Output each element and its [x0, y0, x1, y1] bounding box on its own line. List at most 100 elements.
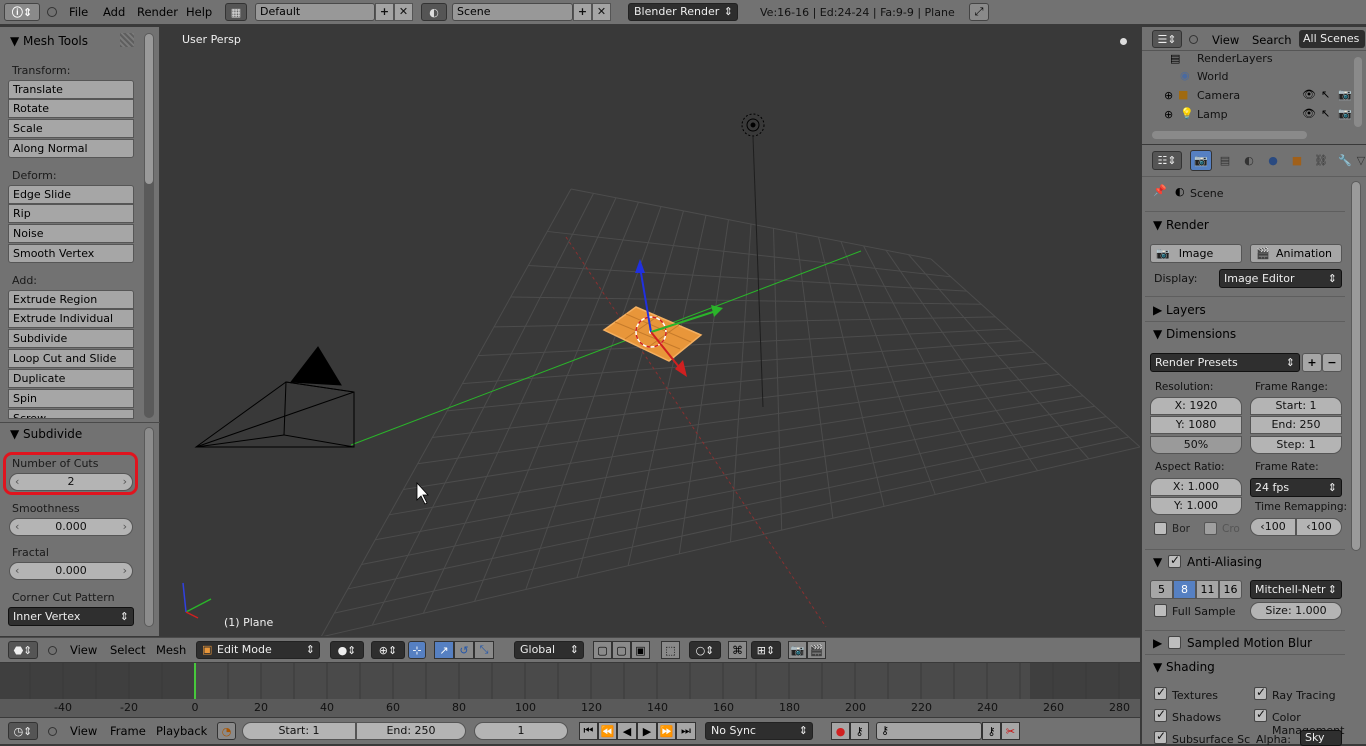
remove-layout-button[interactable]: ✕	[394, 3, 413, 21]
timeline-area[interactable]: -40 -20 0 20 40 60 80 100 120 140 160 180 200 220 240 2…	[0, 663, 1140, 717]
info-editor-icon[interactable]: ⓘ⇕	[4, 3, 40, 21]
pivot-select[interactable]: ⊕⇕	[371, 641, 405, 659]
timeline-editor-icon[interactable]: ◷⇕	[8, 722, 38, 740]
extrude-region-button[interactable]: Extrude Region	[8, 290, 134, 309]
object-tab-icon[interactable]: ■	[1286, 150, 1308, 171]
resolution-y-field[interactable]: Y: 1080	[1150, 416, 1242, 434]
next-keyframe-icon[interactable]: ⏩	[657, 722, 676, 740]
add-layout-button[interactable]: +	[375, 3, 394, 21]
data-tab-icon[interactable]: ▽	[1354, 150, 1366, 171]
fractal-field[interactable]: ‹ 0.000 ›	[9, 562, 133, 580]
corner-cut-select[interactable]: Inner Vertex ⇕	[8, 607, 134, 626]
render-image-button[interactable]: 📷 Image	[1150, 244, 1242, 263]
outliner-item[interactable]: ⊕ 💡 Lamp 👁 ↖ 📷	[1164, 107, 1364, 125]
crop-checkbox[interactable]	[1204, 522, 1217, 535]
remove-preset-button[interactable]: −	[1322, 353, 1342, 372]
mode-select[interactable]: ▣ Edit Mode ⇕	[196, 641, 320, 659]
smoothness-field[interactable]: ‹ 0.000 ›	[9, 518, 133, 536]
menu-frame[interactable]: Frame	[110, 724, 146, 738]
decrement-icon[interactable]: ‹	[15, 519, 19, 535]
cursor-icon[interactable]: ↖	[1321, 88, 1330, 101]
insert-keyframe-icon[interactable]: ⚷	[982, 722, 1001, 740]
textures-checkbox[interactable]	[1154, 685, 1167, 700]
add-preset-button[interactable]: +	[1302, 353, 1322, 372]
menu-view[interactable]: View	[70, 643, 97, 657]
sync-select[interactable]: No Sync ⇕	[705, 722, 813, 740]
dimensions-panel-header[interactable]: ▼ Dimensions	[1153, 327, 1236, 341]
expand-icon[interactable]: ⊕	[1164, 108, 1173, 121]
render-presets-select[interactable]: Render Presets ⇕	[1150, 353, 1300, 372]
loop-cut-button[interactable]: Loop Cut and Slide	[8, 349, 134, 368]
noise-button[interactable]: Noise	[8, 224, 134, 243]
face-select-icon[interactable]: ▣	[631, 641, 650, 659]
subdivide-panel-header[interactable]: ▼ Subdivide	[10, 427, 82, 441]
subdivide-button[interactable]: Subdivide	[8, 329, 134, 348]
remap-old-field[interactable]: ‹100	[1250, 518, 1296, 536]
border-checkbox[interactable]	[1154, 522, 1167, 535]
aa-samples-16[interactable]: 16	[1219, 580, 1242, 599]
aa-samples-8[interactable]: 8	[1173, 580, 1196, 599]
3d-viewport[interactable]: User Persp (1) Plane	[161, 27, 1140, 636]
outliner-hscrollbar[interactable]	[1152, 131, 1307, 139]
collapse-icon[interactable]	[1189, 35, 1198, 44]
motion-blur-panel-header[interactable]: ▶	[1153, 636, 1162, 650]
rip-button[interactable]: Rip	[8, 204, 134, 223]
anti-aliasing-checkbox[interactable]	[1168, 553, 1181, 568]
frame-end-field[interactable]: End: 250	[1250, 416, 1342, 434]
screen-layout-icon[interactable]: ▦	[225, 3, 247, 21]
prev-keyframe-icon[interactable]: ⏪	[598, 722, 617, 740]
outliner-vscrollbar[interactable]	[1354, 57, 1362, 127]
render-engine-select[interactable]: Blender Render ⇕	[628, 3, 738, 21]
shadows-checkbox[interactable]	[1154, 707, 1167, 722]
outliner-menu-search[interactable]: Search	[1252, 33, 1292, 47]
rotate-manipulator-icon[interactable]: ↺	[454, 641, 474, 659]
expand-icon[interactable]: ⊕	[1164, 89, 1173, 102]
translate-manipulator-icon[interactable]: ↗	[434, 641, 454, 659]
collapse-icon[interactable]	[48, 646, 57, 655]
resolution-percent-field[interactable]: 50%	[1150, 436, 1242, 454]
increment-icon[interactable]: ›	[123, 519, 127, 535]
scene-tab-icon[interactable]: ◐	[1238, 150, 1260, 171]
keying-set-field[interactable]: ⚷	[876, 722, 982, 740]
render-still-icon[interactable]: 📷	[788, 641, 807, 659]
ray-tracing-checkbox[interactable]	[1254, 685, 1267, 700]
end-frame-field[interactable]: End: 250	[356, 722, 466, 740]
shading-panel-header[interactable]: ▼ Shading	[1153, 660, 1215, 674]
cursor-icon[interactable]: ↖	[1321, 107, 1330, 120]
occlude-geometry-icon[interactable]: ⬚	[661, 641, 680, 659]
play-reverse-icon[interactable]: ◀	[617, 722, 637, 740]
menu-render[interactable]: Render	[137, 5, 178, 19]
scale-manipulator-icon[interactable]: ⤡	[474, 641, 494, 659]
render-animation-button[interactable]: 🎬 Animation	[1250, 244, 1342, 263]
screw-button[interactable]: Screw	[8, 409, 134, 419]
frame-step-field[interactable]: Step: 1	[1250, 436, 1342, 454]
properties-scrollbar[interactable]	[1351, 181, 1361, 551]
render-tab-icon[interactable]: 📷	[1190, 150, 1212, 171]
snap-element-select[interactable]: ⊞⇕	[751, 641, 781, 659]
render-animation-icon[interactable]: 🎬	[807, 641, 826, 659]
operator-scrollbar[interactable]	[144, 427, 154, 627]
collapse-menus-icon[interactable]	[47, 7, 57, 17]
outliner-menu-view[interactable]: View	[1212, 33, 1239, 47]
display-select[interactable]: Image Editor ⇕	[1219, 269, 1342, 288]
properties-editor-icon[interactable]: ☷⇕	[1152, 151, 1182, 170]
increment-icon[interactable]: ›	[123, 563, 127, 579]
render-panel-header[interactable]: ▼ Render	[1153, 218, 1209, 232]
along-normal-button[interactable]: Along Normal	[8, 139, 134, 158]
menu-file[interactable]: File	[69, 5, 88, 19]
layers-panel-header[interactable]: ▶ Layers	[1153, 303, 1206, 317]
scale-button[interactable]: Scale	[8, 119, 134, 138]
pin-icon[interactable]: 📌	[1153, 184, 1167, 197]
translate-button[interactable]: Translate	[8, 80, 134, 99]
scene-field[interactable]: Scene	[452, 3, 573, 21]
spin-button[interactable]: Spin	[8, 389, 134, 408]
delete-keyframe-icon[interactable]: ✂	[1001, 722, 1020, 740]
modifiers-tab-icon[interactable]: 🔧	[1334, 150, 1356, 171]
decrement-icon[interactable]: ‹	[15, 563, 19, 579]
eye-icon[interactable]: 👁	[1302, 107, 1316, 120]
aspect-y-field[interactable]: Y: 1.000	[1150, 497, 1242, 515]
edge-select-icon[interactable]: ▢	[612, 641, 631, 659]
constraints-tab-icon[interactable]: ⛓	[1310, 150, 1332, 171]
anti-aliasing-panel-header[interactable]: ▼	[1153, 555, 1162, 569]
shading-select[interactable]: ●⇕	[330, 641, 364, 659]
